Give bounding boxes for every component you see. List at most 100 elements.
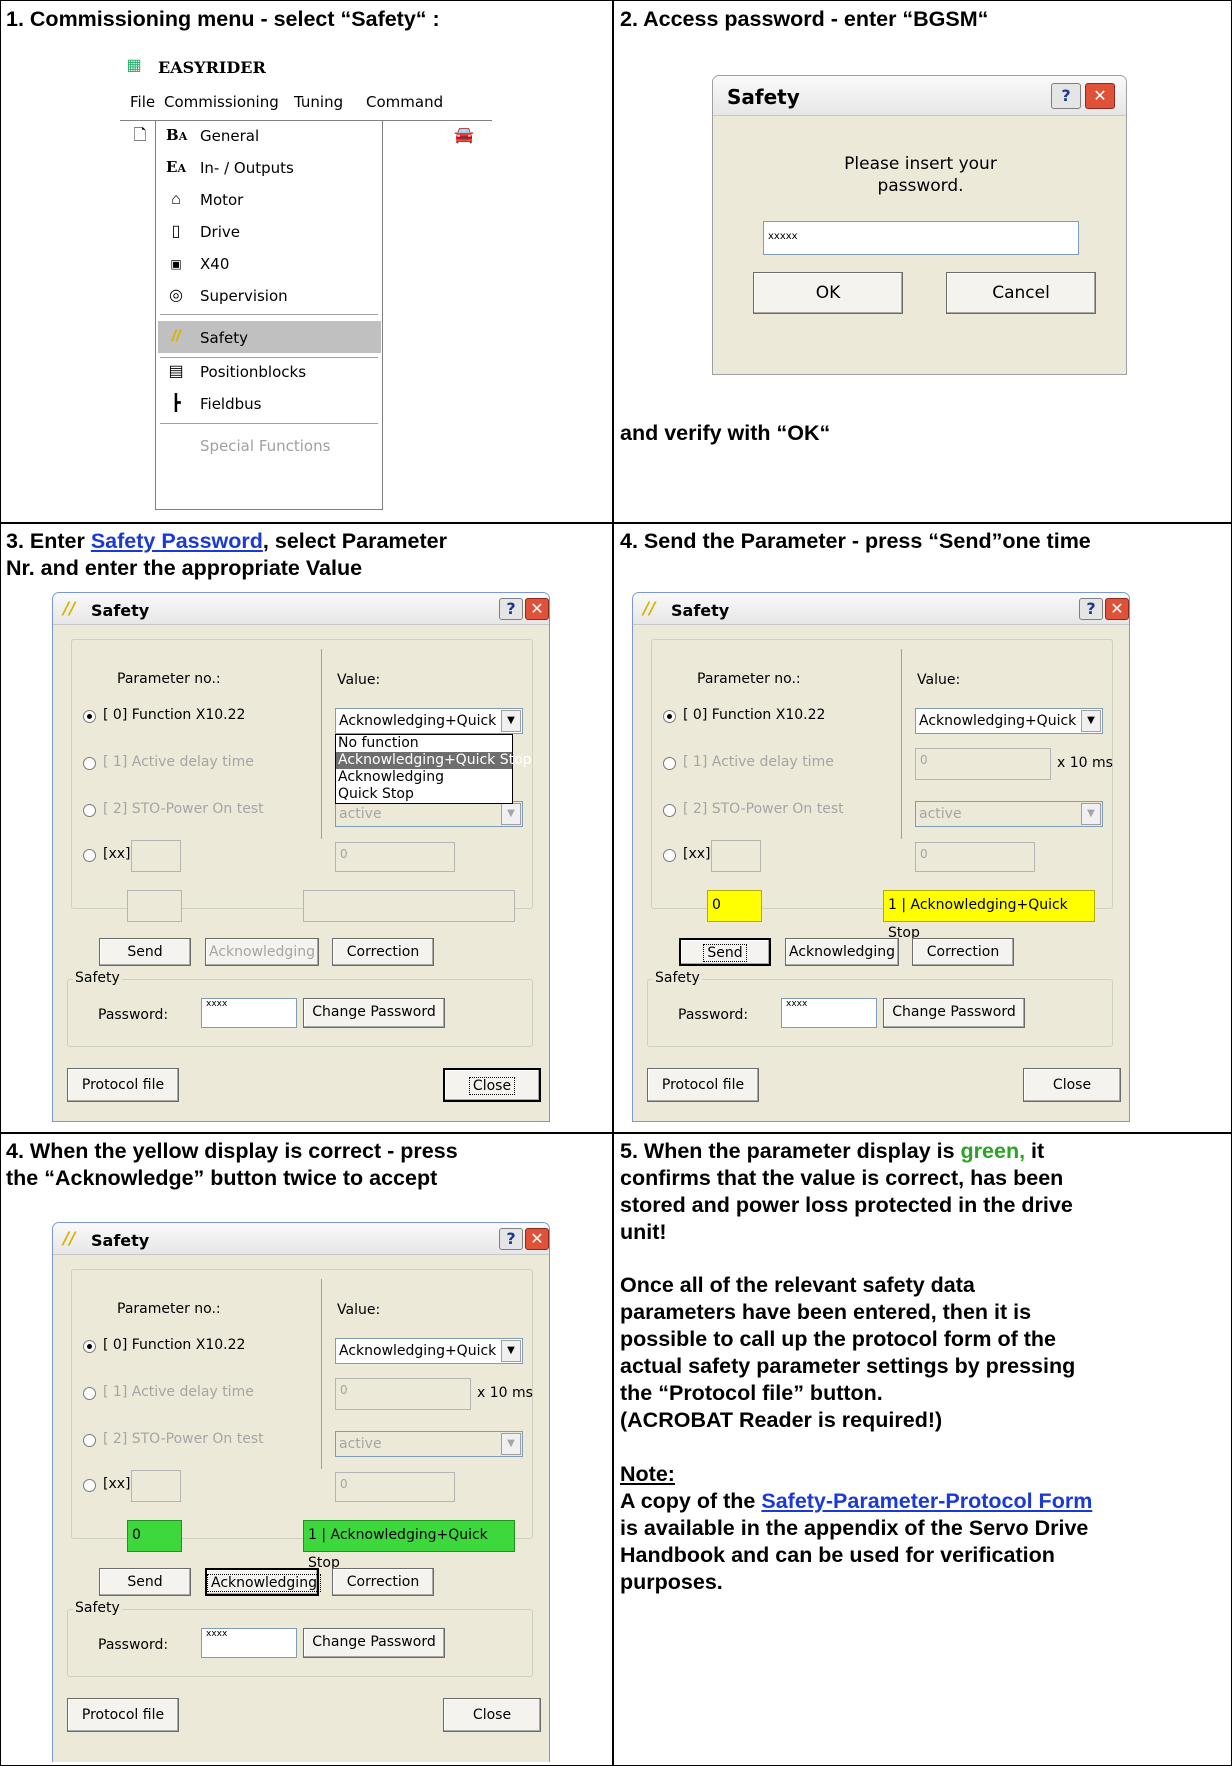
menubar-command[interactable]: Command — [366, 93, 443, 111]
close-button[interactable]: Close — [443, 1068, 541, 1102]
param-header: Parameter no.: — [117, 1301, 221, 1317]
change-password-button[interactable]: Change Password — [883, 998, 1025, 1028]
p1-value-input[interactable]: 0 — [915, 748, 1051, 780]
radio-p0[interactable] — [83, 1340, 96, 1353]
menu-item-motor[interactable]: Motor — [200, 191, 243, 209]
radio-p0[interactable] — [83, 710, 96, 723]
p1-label: [ 1] Active delay time — [683, 754, 834, 770]
radio-pxx[interactable] — [83, 849, 96, 862]
p2-value-select: active ▼ — [335, 1431, 523, 1457]
close-button[interactable]: Close — [443, 1698, 541, 1732]
status-text — [303, 890, 515, 922]
menu-item-supervision[interactable]: Supervision — [200, 287, 288, 305]
protocol-file-button[interactable]: Protocol file — [67, 1068, 179, 1102]
step4-caption: 4. Send the Parameter - press “Send”one … — [620, 529, 1091, 553]
close-icon[interactable]: ✕ — [1105, 598, 1129, 620]
menu-item-safety-highlight[interactable] — [158, 321, 381, 353]
correction-button[interactable]: Correction — [332, 938, 434, 966]
protocol-file-button[interactable]: Protocol file — [647, 1068, 759, 1102]
p0-value-dropdown[interactable]: No function Acknowledging+Quick Stop Ack… — [335, 734, 532, 804]
p0-label: [ 0] Function X10.22 — [103, 1337, 246, 1353]
radio-p0[interactable] — [663, 710, 676, 723]
option-acknowledging[interactable]: Acknowledging — [336, 769, 512, 786]
menu-item-drive[interactable]: Drive — [200, 223, 240, 241]
option-ack-quick-stop[interactable]: Acknowledging+Quick Stop — [336, 752, 532, 769]
cancel-button[interactable]: Cancel — [946, 272, 1096, 314]
close-icon[interactable]: ✕ — [1085, 83, 1115, 109]
pxx-value-input[interactable]: 0 — [335, 1472, 455, 1502]
option-quick-stop[interactable]: Quick Stop — [336, 786, 512, 803]
p0-value-select[interactable]: Acknowledging+Quick ▼ — [335, 1338, 523, 1364]
p1-value-input[interactable]: 0 — [335, 1378, 471, 1410]
radio-p1[interactable] — [663, 757, 676, 770]
menu-item-fieldbus[interactable]: Fieldbus — [200, 395, 261, 413]
value-header: Value: — [917, 672, 961, 688]
protocol-file-button[interactable]: Protocol file — [67, 1698, 179, 1732]
menu-item-general[interactable]: General — [200, 127, 259, 145]
correction-button[interactable]: Correction — [332, 1568, 434, 1596]
menubar-tuning[interactable]: Tuning — [294, 93, 343, 111]
change-password-button[interactable]: Change Password — [303, 1628, 445, 1658]
dialog-title: Safety — [91, 1231, 150, 1250]
step6-body: Once all of the relevant safety data par… — [620, 1273, 1076, 1432]
password-label: Password: — [98, 1007, 169, 1023]
password-input[interactable]: xxxx — [201, 1628, 297, 1658]
pxx-number-input[interactable] — [711, 840, 761, 872]
pxx-label: [xx] — [683, 846, 711, 862]
acknowledging-button[interactable]: Acknowledging — [205, 1568, 321, 1596]
radio-p1[interactable] — [83, 1387, 96, 1400]
help-icon[interactable]: ? — [1079, 598, 1103, 620]
menu-item-special-functions[interactable]: Special Functions — [200, 437, 330, 455]
radio-pxx[interactable] — [83, 1479, 96, 1492]
menubar-commissioning[interactable]: Commissioning — [164, 93, 279, 111]
pxx-value-input[interactable]: 0 — [335, 842, 455, 872]
radio-p1[interactable] — [83, 757, 96, 770]
menu-item-in-outputs[interactable]: In- / Outputs — [200, 159, 294, 177]
help-icon[interactable]: ? — [1051, 83, 1081, 109]
correction-button[interactable]: Correction — [912, 938, 1014, 966]
close-icon[interactable]: ✕ — [525, 598, 549, 620]
protocol-form-link[interactable]: Safety-Parameter-Protocol Form — [761, 1489, 1092, 1513]
pxx-number-input[interactable] — [131, 1470, 181, 1502]
p0-value-select[interactable]: Acknowledging+Quick ▼ — [915, 708, 1103, 734]
send-button[interactable]: Send — [679, 938, 771, 966]
password-input[interactable]: xxxxx — [763, 221, 1079, 255]
status-number: 0 — [127, 1520, 182, 1552]
radio-p2[interactable] — [83, 1434, 96, 1447]
close-button[interactable]: Close — [1023, 1068, 1121, 1102]
menu-item-positionblocks[interactable]: Positionblocks — [200, 363, 306, 381]
help-icon[interactable]: ? — [499, 598, 523, 620]
option-no-function[interactable]: No function — [336, 735, 512, 752]
p1-label: [ 1] Active delay time — [103, 1384, 254, 1400]
toolbar-car-icon[interactable]: 🚘 — [454, 126, 474, 146]
acknowledging-button[interactable]: Acknowledging — [205, 938, 319, 966]
safety-group-label: Safety — [653, 970, 702, 986]
send-button[interactable]: Send — [99, 1568, 191, 1596]
status-text: 1 | Acknowledging+Quick Stop — [883, 890, 1095, 941]
help-icon[interactable]: ? — [499, 1228, 523, 1250]
new-file-icon[interactable]: 🗋 — [130, 126, 150, 146]
ok-button[interactable]: OK — [753, 272, 903, 314]
pxx-number-input[interactable] — [131, 840, 181, 872]
acknowledging-button[interactable]: Acknowledging — [785, 938, 899, 966]
step3-caption: 3. Enter Safety Password, select Paramet… — [6, 529, 447, 580]
menu-item-safety[interactable]: Safety — [200, 329, 248, 347]
radio-p2[interactable] — [83, 804, 96, 817]
menu-item-x40[interactable]: X40 — [200, 255, 229, 273]
step5-caption: 4. When the yellow display is correct - … — [6, 1139, 458, 1190]
password-input[interactable]: xxxx — [781, 998, 877, 1028]
column-divider — [612, 0, 614, 1766]
change-password-button[interactable]: Change Password — [303, 998, 445, 1028]
close-icon[interactable]: ✕ — [525, 1228, 549, 1250]
safety-password-link[interactable]: Safety Password — [91, 529, 263, 553]
p0-value-select[interactable]: Acknowledging+Quick ▼ — [335, 708, 523, 734]
radio-pxx[interactable] — [663, 849, 676, 862]
safety-dialog-step4: // Safety ? ✕ Parameter no.: Value: [ 0]… — [632, 592, 1130, 1122]
fieldbus-icon: ┣ — [171, 395, 181, 412]
menubar-file[interactable]: File — [130, 93, 155, 111]
p2-value-select: active ▼ — [915, 801, 1103, 827]
send-button[interactable]: Send — [99, 938, 191, 966]
pxx-value-input[interactable]: 0 — [915, 842, 1035, 872]
password-input[interactable]: xxxx — [201, 998, 297, 1028]
radio-p2[interactable] — [663, 804, 676, 817]
